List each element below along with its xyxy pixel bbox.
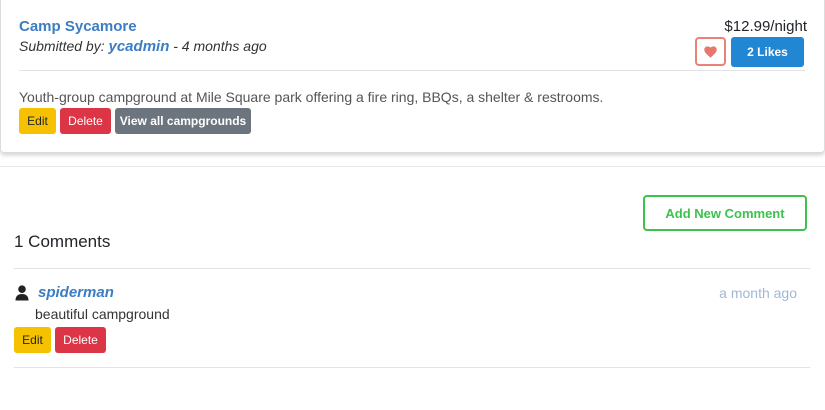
delete-button[interactable]: Delete bbox=[60, 108, 111, 134]
view-all-campgrounds-button[interactable]: View all campgrounds bbox=[115, 108, 251, 134]
comment-time: a month ago bbox=[719, 285, 797, 301]
likes-count-button[interactable]: 2 Likes bbox=[731, 37, 804, 67]
user-icon bbox=[15, 285, 29, 301]
divider bbox=[19, 70, 805, 71]
edit-button[interactable]: Edit bbox=[19, 108, 56, 134]
heart-icon bbox=[704, 45, 717, 58]
comment-edit-button[interactable]: Edit bbox=[14, 327, 51, 353]
add-comment-button[interactable]: Add New Comment bbox=[643, 195, 807, 231]
submitted-time: - 4 months ago bbox=[169, 38, 267, 54]
submitted-by: Submitted by: ycadmin - 4 months ago bbox=[19, 38, 267, 55]
campground-card: Camp Sycamore Submitted by: ycadmin - 4 … bbox=[0, 0, 825, 153]
comment-delete-button[interactable]: Delete bbox=[55, 327, 106, 353]
comment-text: beautiful campground bbox=[35, 306, 170, 322]
campground-description: Youth-group campground at Mile Square pa… bbox=[19, 89, 604, 105]
comment-author[interactable]: spiderman bbox=[38, 284, 114, 301]
like-button[interactable] bbox=[695, 37, 726, 66]
divider bbox=[14, 268, 810, 269]
author-link[interactable]: ycadmin bbox=[109, 38, 170, 55]
comments-count: 1 Comments bbox=[14, 232, 111, 251]
campground-title[interactable]: Camp Sycamore bbox=[19, 18, 137, 35]
divider bbox=[14, 367, 810, 368]
submitted-prefix: Submitted by: bbox=[19, 38, 109, 54]
price: $12.99/night bbox=[724, 18, 807, 35]
